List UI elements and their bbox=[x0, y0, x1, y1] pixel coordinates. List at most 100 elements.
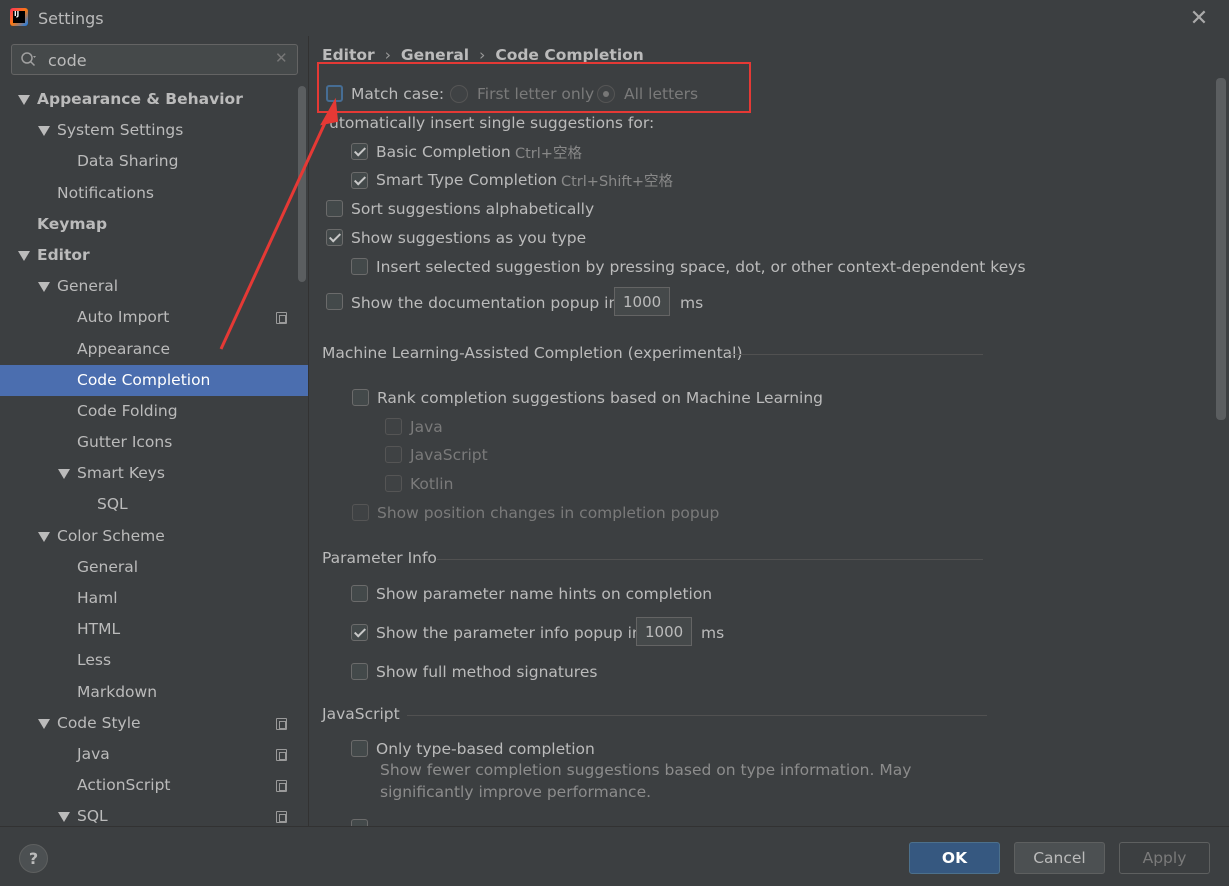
next-option-checkbox[interactable] bbox=[351, 819, 368, 826]
cancel-button[interactable]: Cancel bbox=[1014, 842, 1105, 874]
ml-javascript-checkbox[interactable] bbox=[385, 446, 402, 463]
parameter-info-popup-delay-input[interactable] bbox=[636, 617, 692, 646]
documentation-popup-label: Show the documentation popup in bbox=[351, 294, 619, 312]
sidebar-item-label: Code Completion bbox=[77, 370, 211, 389]
basic-completion-label: Basic Completion bbox=[376, 143, 511, 161]
sort-alphabetically-label: Sort suggestions alphabetically bbox=[351, 200, 595, 218]
search-icon[interactable] bbox=[20, 51, 38, 69]
sidebar-item-system-settings[interactable]: System Settings bbox=[0, 115, 308, 146]
sidebar-item-haml[interactable]: Haml bbox=[0, 583, 308, 614]
sidebar-item-markdown[interactable]: Markdown bbox=[0, 677, 308, 708]
basic-completion-checkbox[interactable] bbox=[351, 143, 368, 160]
sidebar-item-notifications[interactable]: Notifications bbox=[0, 178, 308, 209]
parameter-info-section-title: Parameter Info bbox=[322, 549, 437, 567]
sidebar-item-label: Data Sharing bbox=[77, 152, 179, 171]
smart-type-completion-checkbox[interactable] bbox=[351, 172, 368, 189]
sidebar-item-general[interactable]: General bbox=[0, 552, 308, 583]
sidebar-item-code-style[interactable]: Code Style bbox=[0, 708, 308, 739]
sidebar-item-gutter-icons[interactable]: Gutter Icons bbox=[0, 427, 308, 458]
sidebar-item-label: Smart Keys bbox=[77, 464, 165, 483]
match-case-highlight-annotation bbox=[317, 62, 751, 113]
rank-ml-checkbox[interactable] bbox=[352, 389, 369, 406]
sidebar-item-label: HTML bbox=[77, 620, 121, 639]
sidebar-item-code-folding[interactable]: Code Folding bbox=[0, 396, 308, 427]
expand-arrow-icon[interactable] bbox=[18, 95, 30, 105]
documentation-popup-unit: ms bbox=[680, 294, 704, 312]
title-bar: IJ Settings ✕ bbox=[0, 0, 1229, 36]
project-scope-icon bbox=[276, 312, 287, 325]
sidebar-item-keymap[interactable]: Keymap bbox=[0, 209, 308, 240]
sidebar-item-appearance[interactable]: Appearance bbox=[0, 334, 308, 365]
show-as-you-type-checkbox[interactable] bbox=[326, 229, 343, 246]
sidebar-item-actionscript[interactable]: ActionScript bbox=[0, 770, 308, 801]
ml-section-title: Machine Learning-Assisted Completion (ex… bbox=[322, 344, 743, 362]
main-scrollbar[interactable] bbox=[1216, 78, 1226, 420]
ml-section-divider bbox=[728, 354, 983, 355]
expand-arrow-icon[interactable] bbox=[58, 812, 70, 823]
full-method-signatures-checkbox[interactable] bbox=[351, 663, 368, 680]
insert-selected-suggestion-checkbox[interactable] bbox=[351, 258, 368, 275]
expand-arrow-icon[interactable] bbox=[38, 282, 50, 293]
rank-ml-label: Rank completion suggestions based on Mac… bbox=[377, 389, 823, 407]
close-window-icon[interactable]: ✕ bbox=[1186, 6, 1212, 32]
sidebar-item-label: General bbox=[77, 557, 139, 576]
sidebar-item-sql[interactable]: SQL bbox=[0, 489, 308, 520]
help-button[interactable]: ? bbox=[19, 844, 48, 873]
sidebar-item-html[interactable]: HTML bbox=[0, 614, 308, 645]
expand-arrow-icon[interactable] bbox=[18, 250, 30, 261]
documentation-popup-checkbox[interactable] bbox=[326, 293, 343, 310]
intellij-logo-icon: IJ bbox=[10, 8, 28, 26]
sidebar-item-label: Editor bbox=[37, 245, 90, 264]
sidebar-item-label: ActionScript bbox=[77, 776, 171, 795]
sidebar-item-label: Auto Import bbox=[77, 308, 170, 327]
type-based-completion-checkbox[interactable] bbox=[351, 740, 368, 757]
clear-search-icon[interactable]: ✕ bbox=[275, 49, 288, 67]
dialog-footer: ? OK Cancel Apply bbox=[0, 826, 1229, 886]
apply-button[interactable]: Apply bbox=[1119, 842, 1210, 874]
settings-sidebar: ✕ Appearance & Behavior System Settings Da… bbox=[0, 36, 308, 826]
parameter-name-hints-checkbox[interactable] bbox=[351, 585, 368, 602]
expand-arrow-icon[interactable] bbox=[58, 469, 70, 480]
sidebar-item-label: Color Scheme bbox=[57, 526, 165, 545]
sidebar-item-label: SQL bbox=[97, 495, 128, 514]
sidebar-item-smart-keys[interactable]: Smart Keys bbox=[0, 458, 308, 489]
sidebar-item-appearance-behavior[interactable]: Appearance & Behavior bbox=[0, 84, 308, 115]
expand-arrow-icon[interactable] bbox=[38, 531, 50, 542]
ml-kotlin-checkbox[interactable] bbox=[385, 475, 402, 492]
sidebar-item-code-completion[interactable]: Code Completion bbox=[0, 364, 308, 396]
sidebar-item-label: General bbox=[57, 277, 119, 296]
sidebar-item-color-scheme[interactable]: Color Scheme bbox=[0, 521, 308, 552]
sidebar-scrollbar[interactable] bbox=[298, 86, 306, 282]
javascript-section-divider bbox=[407, 715, 987, 716]
parameter-info-popup-label: Show the parameter info popup in bbox=[376, 624, 642, 642]
ok-button[interactable]: OK bbox=[909, 842, 1000, 874]
sidebar-item-editor[interactable]: Editor bbox=[0, 240, 308, 271]
sidebar-item-label: Code Folding bbox=[77, 401, 178, 420]
sidebar-item-sql[interactable]: SQL bbox=[0, 801, 308, 826]
full-method-signatures-label: Show full method signatures bbox=[376, 663, 598, 681]
ml-javascript-label: JavaScript bbox=[410, 446, 488, 464]
parameter-info-popup-checkbox[interactable] bbox=[351, 624, 368, 641]
show-as-you-type-label: Show suggestions as you type bbox=[351, 229, 587, 247]
project-scope-icon bbox=[276, 811, 287, 824]
sidebar-item-label: Less bbox=[77, 651, 112, 670]
position-changes-checkbox[interactable] bbox=[352, 504, 369, 521]
sort-alphabetically-checkbox[interactable] bbox=[326, 200, 343, 217]
type-based-completion-description: Show fewer completion suggestions based … bbox=[380, 761, 912, 779]
sidebar-item-label: SQL bbox=[77, 807, 108, 826]
sidebar-item-less[interactable]: Less bbox=[0, 645, 308, 676]
sidebar-item-java[interactable]: Java bbox=[0, 739, 308, 770]
settings-search-input[interactable] bbox=[48, 48, 268, 72]
expand-arrow-icon[interactable] bbox=[38, 126, 50, 137]
expand-arrow-icon[interactable] bbox=[38, 718, 50, 729]
sidebar-item-auto-import[interactable]: Auto Import bbox=[0, 302, 308, 333]
parameter-name-hints-label: Show parameter name hints on completion bbox=[376, 585, 713, 603]
settings-search-box[interactable]: ✕ bbox=[11, 44, 298, 75]
type-based-completion-label: Only type-based completion bbox=[376, 740, 595, 758]
documentation-popup-delay-input[interactable] bbox=[614, 287, 670, 316]
sidebar-item-general[interactable]: General bbox=[0, 271, 308, 302]
ml-java-checkbox[interactable] bbox=[385, 418, 402, 435]
project-scope-icon bbox=[276, 748, 287, 761]
sidebar-item-data-sharing[interactable]: Data Sharing bbox=[0, 146, 308, 177]
sidebar-item-label: Markdown bbox=[77, 682, 158, 701]
